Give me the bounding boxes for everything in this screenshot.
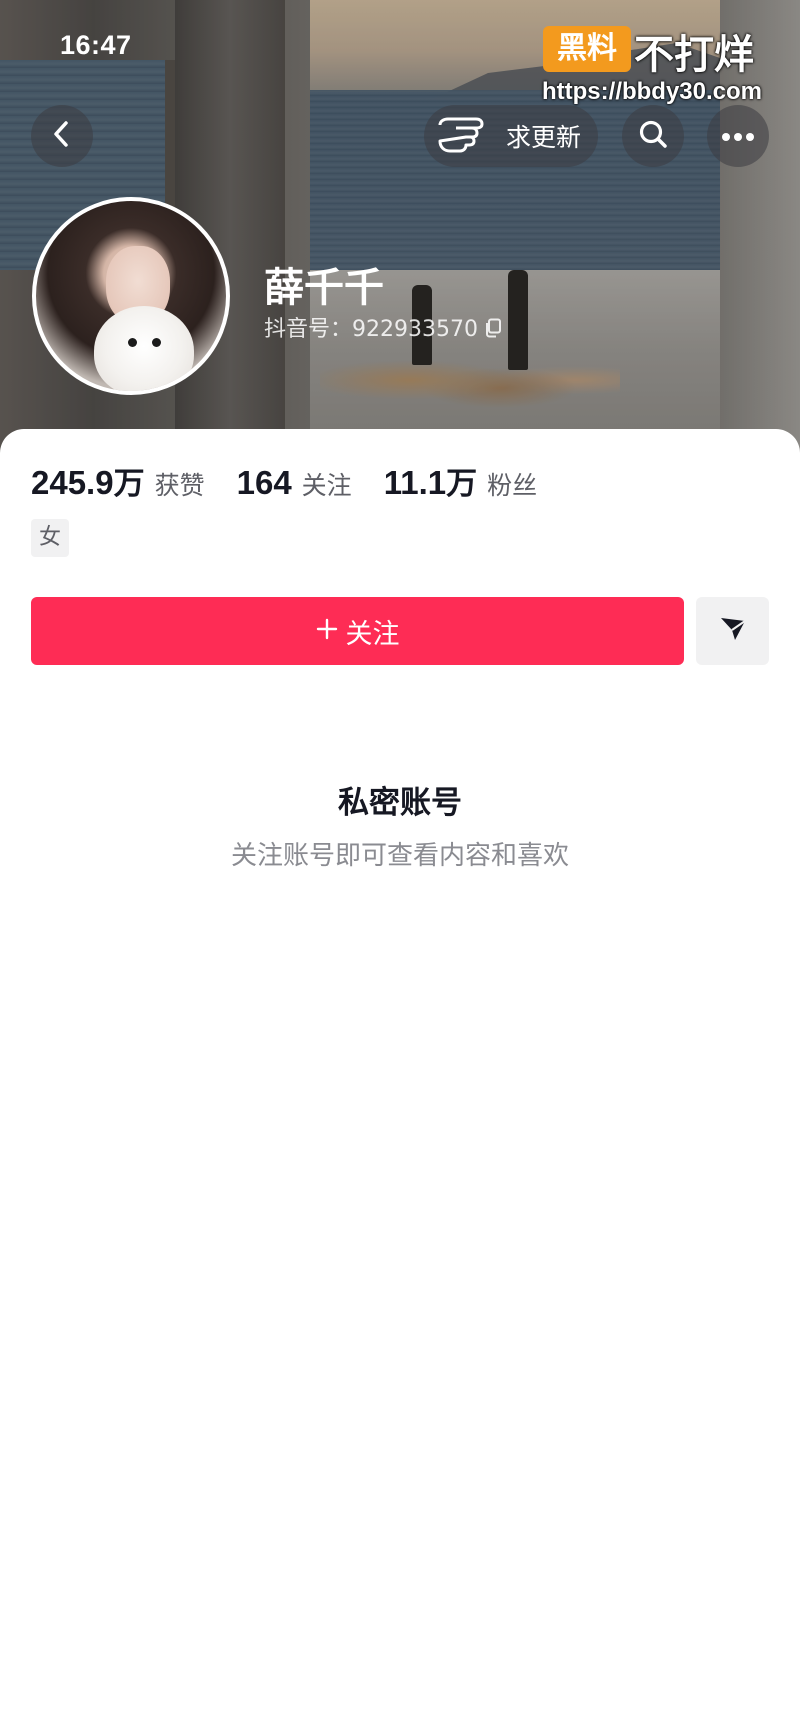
send-message-button[interactable] <box>696 597 769 665</box>
search-button[interactable] <box>622 105 684 167</box>
more-horizontal-icon <box>721 127 755 146</box>
private-account-subtitle: 关注账号即可查看内容和喜欢 <box>230 841 569 871</box>
stat-label: 粉丝 <box>487 471 538 500</box>
stat-number: 11.1 <box>383 464 447 501</box>
stat-unit: 万 <box>446 466 478 502</box>
stat-value: 245.9万 <box>31 458 145 503</box>
stat-value: 11.1万 <box>384 458 477 503</box>
profile-stats: 245.9万 获赞 164 关注 11.1万 粉丝 <box>31 458 569 503</box>
stat-number: 164 <box>236 464 292 501</box>
stat-number: 245.9 <box>31 464 114 501</box>
follow-button[interactable]: 关注 <box>31 597 684 665</box>
stat-label: 关注 <box>301 471 352 500</box>
request-update-label: 求更新 <box>506 123 582 152</box>
search-icon <box>637 118 669 154</box>
stat-unit: 万 <box>113 466 145 502</box>
pointing-hand-icon <box>436 111 496 161</box>
stat-likes[interactable]: 245.9万 获赞 <box>31 458 205 503</box>
stat-label: 获赞 <box>154 471 205 500</box>
watermark-badge: 黑料 <box>543 26 631 72</box>
stat-value: 164 <box>237 464 292 502</box>
gender-tag: 女 <box>31 519 69 557</box>
chevron-left-icon <box>49 119 75 153</box>
watermark-url: https://bbdy30.com <box>542 78 763 105</box>
request-update-button[interactable]: 求更新 <box>424 105 598 167</box>
douyin-id[interactable]: 抖音号：922933570 <box>264 311 502 343</box>
plus-icon <box>316 616 338 647</box>
stat-following[interactable]: 164 关注 <box>237 464 352 502</box>
private-account-title: 私密账号 <box>338 785 462 821</box>
status-bar-time: 16:47 <box>60 30 132 60</box>
more-button[interactable] <box>707 105 769 167</box>
profile-name: 薛千千 <box>264 265 384 311</box>
follow-button-label: 关注 <box>345 618 400 649</box>
send-icon <box>718 615 748 647</box>
stat-followers[interactable]: 11.1万 粉丝 <box>384 458 537 503</box>
watermark-text: 不打烊 <box>634 32 754 78</box>
douyin-id-text: 抖音号：922933570 <box>264 317 478 342</box>
back-button[interactable] <box>31 105 93 167</box>
avatar[interactable] <box>32 197 230 395</box>
copy-icon[interactable] <box>484 318 502 338</box>
